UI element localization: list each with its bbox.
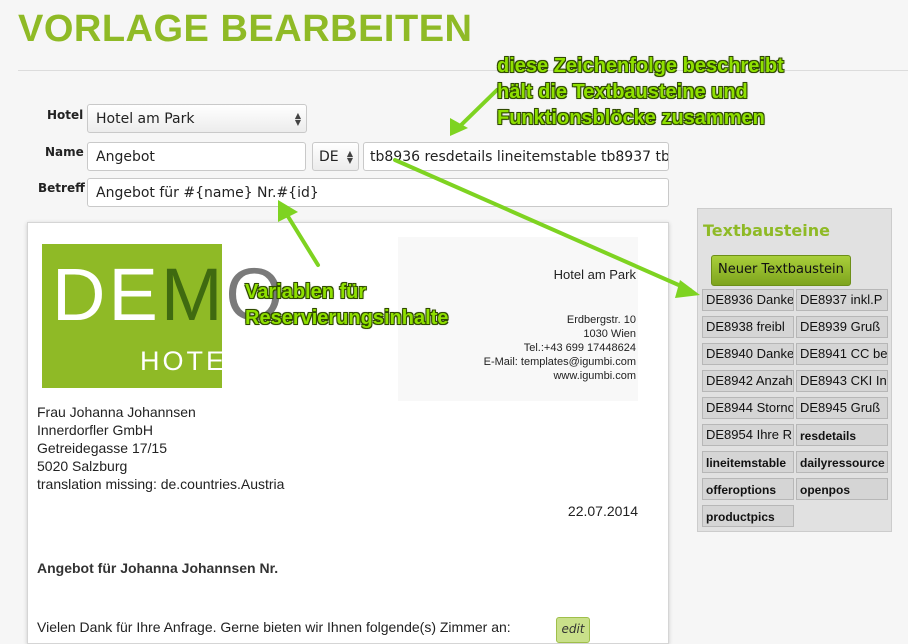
annotation-line: Funktionsblöcke zusammen [497, 107, 765, 129]
annotation-line: Variablen für [245, 281, 367, 303]
arrow-to-blocks-input [456, 88, 499, 130]
annotation-line: hält die Textbausteine und [497, 81, 748, 103]
arrow-to-subject [282, 208, 320, 267]
annotation-blocks-string: diese Zeichenfolge beschreibt hält die T… [497, 53, 784, 131]
annotation-line: diese Zeichenfolge beschreibt [497, 55, 784, 77]
arrow-to-text-blocks [393, 158, 692, 292]
annotation-variables: Variablen für Reservierungsinhalte [245, 279, 448, 331]
annotation-line: Reservierungsinhalte [245, 307, 449, 329]
arrowhead [675, 280, 700, 298]
